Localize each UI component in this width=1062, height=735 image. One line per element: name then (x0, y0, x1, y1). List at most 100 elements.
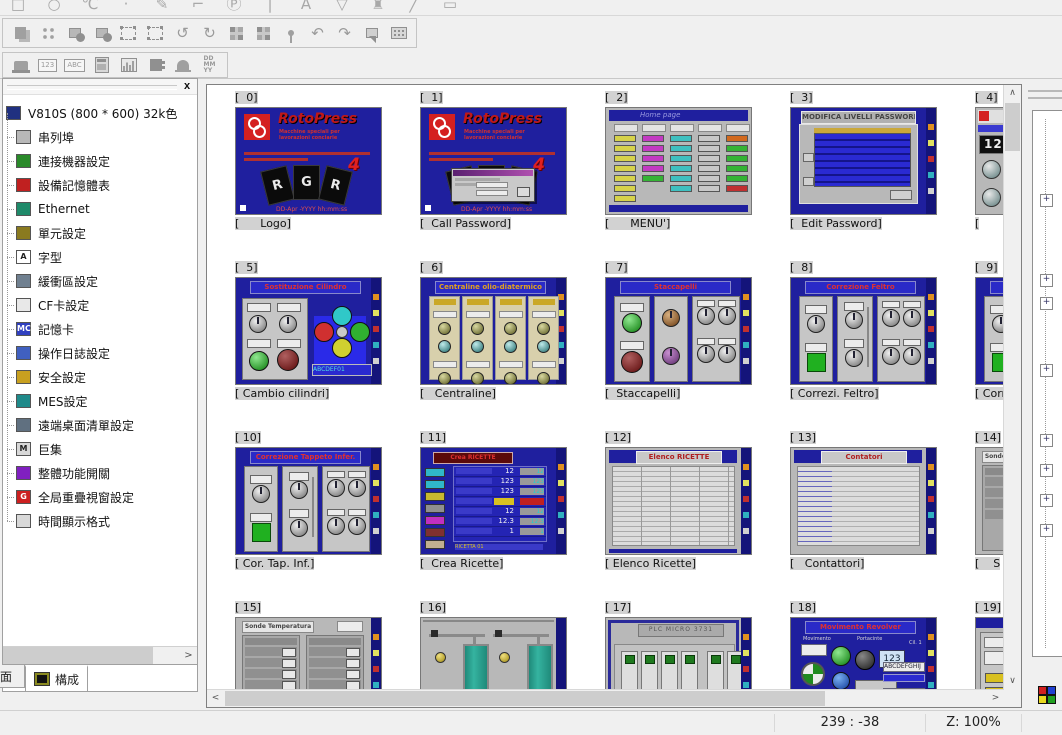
text-tool-icon[interactable]: A (288, 0, 324, 16)
pen-tool-icon[interactable]: ✎ (144, 0, 180, 16)
tree-item-device-memory-table[interactable]: 設備記憶體表 (3, 173, 197, 197)
tree-item-unit-settings[interactable]: 單元設定 (3, 221, 197, 245)
panel-grip[interactable] (7, 85, 177, 90)
keypad-icon[interactable] (88, 53, 115, 77)
tree-item-hmi-device[interactable]: V810S (800 * 600) 32k色 (3, 101, 197, 125)
screen-thumbnail-image[interactable]: Correzione Feltro (790, 277, 937, 385)
tree-expander-icon[interactable]: + (1040, 364, 1053, 377)
tree-item-font[interactable]: A字型 (3, 245, 197, 269)
merge-grid-icon[interactable] (250, 21, 277, 45)
tree-item-mes-settings[interactable]: MES設定 (3, 389, 197, 413)
scroll-down-button[interactable]: ∨ (1004, 673, 1021, 690)
temperature-tool-icon[interactable]: ℃ (72, 0, 108, 16)
scroll-up-button[interactable]: ∧ (1004, 85, 1021, 102)
tree-item-global-overlap-window[interactable]: G全局重疊視窗設定 (3, 485, 197, 509)
screen-thumbnail-image[interactable]: Staccapelli (605, 277, 752, 385)
screen-thumbnail-cell[interactable]: [ 16] (420, 601, 570, 690)
tree-item-memory-card[interactable]: MC記憶卡 (3, 317, 197, 341)
screen-thumbnail-cell[interactable]: [ 19] (975, 601, 1004, 690)
scroll-right-button[interactable]: > (987, 690, 1004, 707)
splitter-grip[interactable] (1028, 90, 1062, 99)
tree-item-security-settings[interactable]: 安全設定 (3, 365, 197, 389)
split-grid-icon[interactable] (223, 21, 250, 45)
rectangle-tool-icon[interactable]: □ (0, 0, 36, 16)
text-display-icon[interactable]: ABC (61, 53, 88, 77)
screen-thumbnail-image[interactable]: 123 (975, 107, 1004, 215)
tab-screen[interactable]: 面 (0, 665, 25, 688)
screen-thumbnail-cell[interactable]: [ 11]Crea RICETTE1212123123123123121212.… (420, 431, 570, 571)
tree-expander-icon[interactable]: + (1040, 464, 1053, 477)
screen-thumbnail-cell[interactable]: [ 1]RotoPressMacchine speciali per lavor… (420, 91, 570, 231)
screen-thumbnail-image[interactable]: Sonde Temperatura (975, 447, 1004, 555)
hscroll-track[interactable] (153, 647, 180, 664)
hscroll-right-button[interactable]: > (180, 647, 197, 664)
tree-item-operation-log[interactable]: 操作日誌設定 (3, 341, 197, 365)
screen-thumbnail-image[interactable]: Sostituzione Cilindro ABCDEF01 (235, 277, 382, 385)
tree-item-global-function-switch[interactable]: 整體功能開關 (3, 461, 197, 485)
screen-thumbnail-image[interactable]: PLC MICRO 3731 (605, 617, 752, 690)
tree-expander-icon[interactable]: + (1040, 194, 1053, 207)
project-panel-hscrollbar[interactable]: > (3, 646, 197, 664)
screen-thumbnail-image[interactable] (420, 617, 567, 690)
bring-to-front-icon[interactable] (61, 21, 88, 45)
date-display-icon[interactable]: DDMMYY (196, 53, 223, 77)
hscroll-thumb-main[interactable] (225, 691, 825, 706)
screen-thumbnail-cell[interactable]: [ 18]Movimento RevolverMovimentoPortacin… (790, 601, 940, 690)
triangle-tool-icon[interactable]: ▽ (324, 0, 360, 16)
screen-thumbnail-image[interactable]: Correzione Tappeto Infer. (235, 447, 382, 555)
screen-thumbnail-image[interactable]: Crea RICETTE1212123123123123121212.312.3… (420, 447, 567, 555)
connector-icon[interactable] (142, 53, 169, 77)
tree-item-cf-card[interactable]: CF卡設定 (3, 293, 197, 317)
hscroll-thumb[interactable] (3, 647, 153, 664)
screen-thumbnail-image[interactable]: MODIFICA LIVELLI PASSWORD (790, 107, 937, 215)
screen-thumbnail-image[interactable]: Contatori (790, 447, 937, 555)
screen-thumbnail-cell[interactable]: [ 6]Centraline olio-diatermico[ Centrali… (420, 261, 570, 401)
bracket-tool-icon[interactable]: ⌐ (180, 0, 216, 16)
numeric-display-icon[interactable]: 123 (34, 53, 61, 77)
redo-icon[interactable]: ↷ (331, 21, 358, 45)
box-tool-icon[interactable]: ▭ (432, 0, 468, 16)
rotate-left-icon[interactable]: ↺ (169, 21, 196, 45)
scroll-left-button[interactable]: < (207, 690, 224, 707)
circled-p-tool-icon[interactable]: Ⓟ (216, 0, 252, 16)
tree-item-remote-desktop-list[interactable]: 遠端桌面清單設定 (3, 413, 197, 437)
tree-expander-icon[interactable]: + (1040, 297, 1053, 310)
tree-item-serial-port[interactable]: 串列埠 (3, 125, 197, 149)
screen-thumbnail-cell[interactable]: [ 8]Correzione Feltro[ Correzi. Feltro] (790, 261, 940, 401)
machine-icon[interactable] (7, 53, 34, 77)
tree-item-connection-settings[interactable]: 連接機器設定 (3, 149, 197, 173)
tree-item-time-display-format[interactable]: 時間顯示格式 (3, 509, 197, 533)
group-handles-icon[interactable] (115, 21, 142, 45)
tab-composition[interactable]: 構成 (25, 665, 88, 692)
screen-thumbnail-cell[interactable]: [ 7]Staccapelli[ Staccapelli] (605, 261, 755, 401)
rotate-right-icon[interactable]: ↻ (196, 21, 223, 45)
screen-thumbnail-cell[interactable]: [ 4]123[ (975, 91, 1004, 231)
tree-expander-icon[interactable]: + (1040, 274, 1053, 287)
tree-item-ethernet[interactable]: Ethernet (3, 197, 197, 221)
screen-thumbnail-cell[interactable]: [ 14]Sonde Temperatura[ S (975, 431, 1004, 571)
dot-tool-icon[interactable]: · (108, 0, 144, 16)
multi-copy-icon[interactable] (34, 21, 61, 45)
tree-expander-icon[interactable]: + (1040, 524, 1053, 537)
graph-icon[interactable] (115, 53, 142, 77)
screen-call-icon[interactable] (385, 21, 412, 45)
tree-item-macro[interactable]: M巨集 (3, 437, 197, 461)
screen-thumbnail-image[interactable]: Home page (605, 107, 752, 215)
screen-thumbnail-cell[interactable]: [ 12]Elenco RICETTE[ Elenco Ricette] (605, 431, 755, 571)
screen-thumbnail-cell[interactable]: [ 10]Correzione Tappeto Infer.[ Cor. Tap… (235, 431, 385, 571)
screen-thumbnail-image[interactable]: RotoPressMacchine speciali per lavorazio… (420, 107, 567, 215)
screen-thumbnail-image[interactable]: Centraline olio-diatermico (420, 277, 567, 385)
colored-window-icon[interactable] (1038, 686, 1058, 706)
undo-icon[interactable]: ↶ (304, 21, 331, 45)
vscroll-thumb[interactable] (1005, 103, 1020, 151)
screen-thumbnail-image[interactable] (975, 617, 1004, 690)
ellipse-tool-icon[interactable]: ○ (36, 0, 72, 16)
send-to-back-icon[interactable] (88, 21, 115, 45)
screen-thumbnail-image[interactable]: Corre (975, 277, 1004, 385)
screen-thumbnail-image[interactable]: Movimento RevolverMovimentoPortacinte123… (790, 617, 937, 690)
ungroup-handles-icon[interactable] (142, 21, 169, 45)
screen-thumbnail-image[interactable]: Elenco RICETTE (605, 447, 752, 555)
alarm-bell-icon[interactable] (169, 53, 196, 77)
screen-thumbnail-image[interactable]: Sonde Temperatura (235, 617, 382, 690)
tree-item-buffer-settings[interactable]: 緩衝區設定 (3, 269, 197, 293)
